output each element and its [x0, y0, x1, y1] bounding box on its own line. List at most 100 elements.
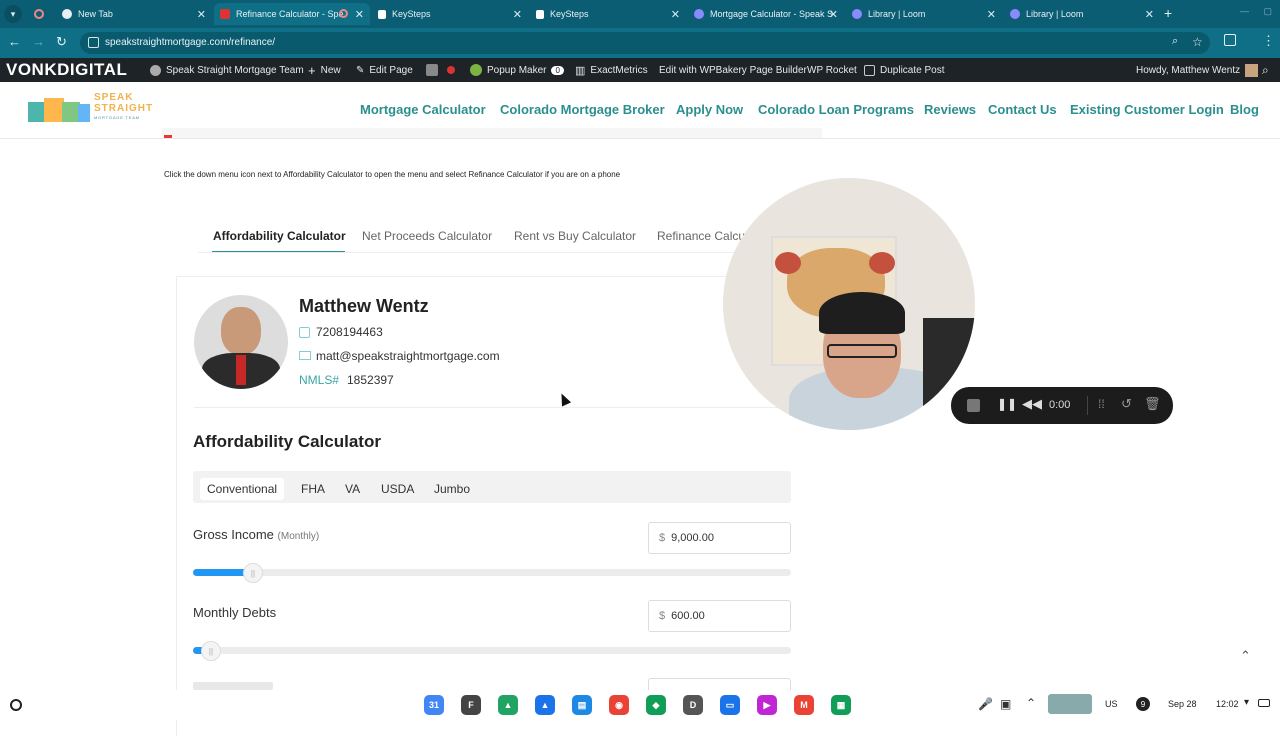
bookmark-star-icon[interactable]: ☆	[1192, 35, 1203, 49]
loan-type-jumbo[interactable]: Jumbo	[427, 478, 477, 500]
close-icon[interactable]: ✕	[197, 8, 206, 21]
site-name-link[interactable]: Speak Straight Mortgage Team	[150, 58, 304, 82]
taskbar-app-icon[interactable]: ◉	[609, 695, 629, 715]
taskbar-app-icon[interactable]: ▶	[757, 695, 777, 715]
taskbar-app-icon[interactable]: M	[794, 695, 814, 715]
reload-icon[interactable]: ↻	[56, 34, 67, 50]
close-icon[interactable]: ✕	[829, 8, 838, 21]
nav-colorado-mortgage-broker[interactable]: Colorado Mortgage Broker	[500, 102, 665, 117]
recording-tab-icon[interactable]	[34, 9, 44, 19]
taskbar-app-icon[interactable]: ▲	[535, 695, 555, 715]
gross-income-slider-handle[interactable]: ||	[243, 563, 263, 583]
tab-search-icon[interactable]: ▾	[4, 5, 22, 23]
address-bar[interactable]: speakstraightmortgage.com/refinance/ ⌕ ☆	[80, 32, 1210, 54]
taskbar-date[interactable]: Sep 28	[1168, 699, 1197, 709]
search-icon[interactable]: ⌕	[1262, 58, 1269, 82]
gross-income-track[interactable]	[193, 569, 791, 576]
back-icon[interactable]: ←	[8, 34, 21, 49]
stop-button[interactable]	[967, 399, 980, 412]
loan-type-conventional[interactable]: Conventional	[200, 478, 285, 500]
battery-icon[interactable]	[1258, 699, 1270, 707]
duplicate-post-label: Duplicate Post	[880, 64, 945, 76]
tab-mortgage-calculator[interactable]: Mortgage Calculator - Speak S ✕	[688, 3, 844, 25]
tab-keysteps-1[interactable]: KeySteps ✕	[372, 3, 528, 25]
input-language[interactable]: US	[1105, 699, 1118, 709]
more-menu-icon[interactable]: ⋮	[1262, 33, 1275, 49]
taskbar-app-icon[interactable]: F	[461, 695, 481, 715]
close-icon[interactable]: ✕	[513, 8, 522, 21]
notification-badge-icon[interactable]: 9	[1136, 697, 1150, 711]
tab-refinance-calculator[interactable]: Refinance Calcu	[657, 229, 745, 243]
taskbar-app-icon[interactable]: ▦	[831, 695, 851, 715]
pause-icon[interactable]: ❚❚	[997, 397, 1017, 411]
popup-count-badge: 0	[551, 65, 564, 75]
taskbar-app-icon[interactable]: ▲	[498, 695, 518, 715]
my-account-link[interactable]: Howdy, Matthew Wentz	[1136, 58, 1259, 82]
nav-contact-us[interactable]: Contact Us	[988, 102, 1057, 117]
agent-email[interactable]: matt@speakstraightmortgage.com	[316, 349, 500, 363]
avatar	[1245, 63, 1259, 77]
drag-handle-icon[interactable]: ⁞⁞	[1098, 397, 1105, 411]
nav-apply-now[interactable]: Apply Now	[676, 102, 743, 117]
duplicate-post-link[interactable]: Duplicate Post	[864, 58, 944, 82]
wp-rocket-link[interactable]: WP Rocket	[807, 58, 857, 82]
taskbar-app-icon[interactable]: 31	[424, 695, 444, 715]
tab-rent-vs-buy-calculator[interactable]: Rent vs Buy Calculator	[514, 229, 636, 243]
webcam-bubble[interactable]	[723, 178, 975, 430]
exactmetrics-link[interactable]: ▥ ExactMetrics	[575, 58, 648, 82]
tab-library-loom-2[interactable]: Library | Loom ✕	[1004, 3, 1160, 25]
tab-new-tab[interactable]: New Tab ✕	[56, 3, 212, 25]
taskbar-app-icon[interactable]: ◆	[646, 695, 666, 715]
scroll-to-top-icon[interactable]: ⌃	[1240, 648, 1251, 664]
taskbar-time[interactable]: 12:02	[1216, 699, 1239, 709]
wifi-icon[interactable]: ▾	[1244, 697, 1249, 708]
new-tab-button[interactable]: +	[1164, 5, 1172, 21]
nav-blog[interactable]: Blog	[1230, 102, 1259, 117]
nav-existing-customer-login[interactable]: Existing Customer Login	[1070, 102, 1224, 117]
brand-logo[interactable]: VONKDIGITAL	[6, 58, 127, 82]
site-info-icon[interactable]	[88, 37, 99, 48]
forward-icon[interactable]: →	[32, 34, 45, 49]
nav-reviews[interactable]: Reviews	[924, 102, 976, 117]
extensions-icon[interactable]	[1224, 34, 1236, 46]
tab-library-loom-1[interactable]: Library | Loom ✕	[846, 3, 1002, 25]
taskbar-app-icon[interactable]: ▭	[720, 695, 740, 715]
close-icon[interactable]: ✕	[355, 8, 364, 21]
gross-income-field[interactable]: $ 9,000.00	[648, 522, 791, 554]
window-controls[interactable]: — ▢	[1240, 6, 1278, 17]
wpbakery-link[interactable]: Edit with WPBakery Page Builder	[659, 58, 807, 82]
launcher-icon[interactable]	[10, 699, 22, 711]
taskbar-app-icon[interactable]: ▤	[572, 695, 592, 715]
popup-maker-link[interactable]: Popup Maker 0	[470, 58, 564, 82]
nav-colorado-loan-programs[interactable]: Colorado Loan Programs	[758, 102, 914, 117]
loan-type-fha[interactable]: FHA	[294, 478, 332, 500]
new-link[interactable]: + New	[308, 58, 341, 82]
tab-keysteps-2[interactable]: KeySteps ✕	[530, 3, 686, 25]
close-icon[interactable]: ✕	[987, 8, 996, 21]
loan-type-usda[interactable]: USDA	[374, 478, 421, 500]
rewind-icon[interactable]: ◀◀	[1022, 396, 1042, 412]
gross-income-label-text: Gross Income	[193, 527, 274, 542]
nav-mortgage-calculator[interactable]: Mortgage Calculator	[360, 102, 486, 117]
tab-net-proceeds-calculator[interactable]: Net Proceeds Calculator	[362, 229, 492, 243]
zoom-icon[interactable]: ⌕	[1172, 35, 1178, 48]
tab-affordability-calculator[interactable]: Affordability Calculator	[213, 229, 346, 243]
tab-refinance-calculator[interactable]: Refinance Calculator - Spe ✕	[214, 3, 370, 25]
monthly-debts-slider-handle[interactable]: ||	[201, 641, 221, 661]
close-icon[interactable]: ✕	[1145, 8, 1154, 21]
close-icon[interactable]: ✕	[671, 8, 680, 21]
mic-icon[interactable]: 🎤	[978, 697, 993, 711]
taskbar-app-icon[interactable]: D	[683, 695, 703, 715]
monthly-debts-track[interactable]	[193, 647, 791, 654]
agent-phone[interactable]: 7208194463	[316, 325, 383, 339]
site-logo[interactable]: SPEAK STRAIGHT MORTGAGE TEAM	[28, 92, 152, 126]
yoast-link[interactable]	[426, 58, 455, 82]
restart-icon[interactable]: ↺	[1121, 396, 1132, 412]
loan-type-va[interactable]: VA	[338, 478, 367, 500]
edit-page-link[interactable]: ✎ Edit Page	[356, 58, 413, 82]
monthly-debts-field[interactable]: $ 600.00	[648, 600, 791, 632]
chevron-up-icon[interactable]: ⌃	[1026, 696, 1036, 710]
tray-thumbnails[interactable]	[1048, 694, 1092, 714]
camera-icon[interactable]: ▣	[1000, 697, 1011, 711]
delete-icon[interactable]: 🗑	[1144, 396, 1161, 412]
